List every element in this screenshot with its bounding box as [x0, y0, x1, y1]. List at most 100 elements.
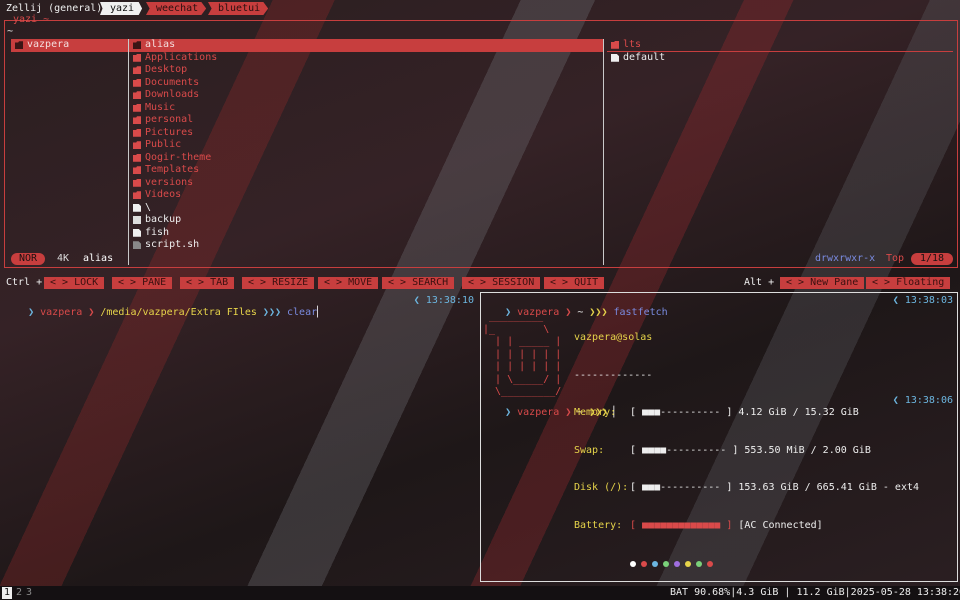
list-item[interactable]: Videos: [129, 189, 603, 202]
folder-icon: [611, 40, 619, 49]
list-item[interactable]: Downloads: [129, 89, 603, 102]
file-name: Public: [145, 139, 182, 150]
list-item[interactable]: Documents: [129, 77, 603, 90]
file-name: backup: [145, 214, 182, 225]
logo-line: | | _____ |: [483, 336, 562, 347]
tab-bluetui[interactable]: bluetui: [208, 2, 269, 15]
list-item[interactable]: Public: [129, 139, 603, 152]
yazi-status-bar: NOR 4K alias drwxrwxr-x Top 1/18: [11, 253, 953, 265]
list-item[interactable]: Pictures: [129, 127, 603, 140]
current-path: ~: [7, 26, 14, 37]
list-item[interactable]: alias: [129, 39, 603, 52]
folder-icon: [133, 141, 141, 150]
list-item[interactable]: fish: [129, 227, 603, 240]
ctrl-label: Ctrl +: [6, 277, 43, 288]
item-count: 1/18: [911, 253, 953, 265]
workspace-3[interactable]: 3: [24, 587, 34, 599]
distro-logo: _________ |_ \ | | _____ | | | | | | | | …: [483, 311, 561, 399]
folder-icon: [133, 91, 141, 100]
folder-icon: [133, 178, 141, 187]
list-item[interactable]: script.sh: [129, 239, 603, 252]
file-size: 4K: [57, 253, 70, 264]
list-item[interactable]: \: [129, 202, 603, 215]
yazi-pane[interactable]: yazi ~ ~ vazpera alias Applications Deskto…: [4, 14, 958, 268]
shell-prompt: ❯ vazpera ❯ /media/vazpera/Extra FIles ❯…: [28, 307, 324, 318]
file-name: alias: [83, 253, 114, 264]
terminal-icon: [133, 216, 141, 225]
file-name: Qogir-theme: [145, 151, 212, 163]
key-tab[interactable]: < > TAB: [180, 277, 235, 289]
list-item[interactable]: versions: [129, 177, 603, 190]
logo-line: |_ \: [483, 323, 550, 335]
preview-column: lts default: [607, 39, 953, 265]
folder-icon: [133, 166, 141, 175]
list-item[interactable]: Qogir-theme: [129, 152, 603, 165]
file-name: fish: [145, 226, 170, 238]
folder-icon: [133, 53, 141, 62]
color-swatch: [696, 561, 702, 567]
tab-yazi[interactable]: yazi: [100, 2, 143, 15]
folder-icon: [133, 41, 141, 50]
logo-line: | | | | | |: [483, 361, 562, 372]
list-item[interactable]: vazpera: [11, 39, 128, 52]
workspace-1[interactable]: 1: [2, 587, 13, 599]
key-session[interactable]: < > SESSION: [462, 277, 541, 289]
folder-icon: [133, 66, 141, 75]
prompt-time: ❮ 13:38:03: [892, 295, 953, 306]
color-swatch: [641, 561, 647, 567]
color-swatch: [674, 561, 680, 567]
file-name: personal: [145, 114, 194, 125]
logo-line: | \_____/ |: [483, 373, 562, 385]
file-name: versions: [145, 176, 194, 188]
key-new-pane[interactable]: < > New Pane: [780, 277, 865, 289]
mode-badge: NOR: [11, 253, 46, 265]
current-column: alias Applications Desktop Documents Downloa…: [129, 39, 604, 265]
list-item[interactable]: personal: [129, 114, 603, 127]
file-icon: [611, 53, 619, 62]
list-item[interactable]: Music: [129, 102, 603, 115]
file-name: Videos: [145, 189, 182, 200]
key-lock[interactable]: < > LOCK: [44, 277, 105, 289]
color-swatch: [652, 561, 658, 567]
battery-status: BAT 90.68%|4.3 GiB | 11.2 GiB|2025-05-28…: [670, 587, 960, 598]
folder-icon: [133, 78, 141, 87]
file-name: script.sh: [145, 239, 200, 250]
file-icon: [133, 241, 141, 250]
file-name: Pictures: [145, 126, 194, 138]
tab-weechat[interactable]: weechat: [146, 2, 207, 15]
file-name: lts: [623, 38, 642, 50]
folder-icon: [133, 116, 141, 125]
file-name: Music: [145, 101, 176, 113]
list-item[interactable]: lts: [607, 39, 953, 52]
right-shell-pane[interactable]: ❯ vazpera ❯ ~ ❯❯❯ fastfetch ❮ 13:38:03 _…: [480, 292, 958, 582]
file-name: \: [145, 201, 152, 213]
color-swatch: [707, 561, 713, 567]
logo-line: | | | | | |: [483, 348, 562, 360]
zellij-tab-bar: Zellij (general) yazi weechat bluetui: [0, 0, 960, 16]
folder-icon: [133, 191, 141, 200]
list-item[interactable]: default: [607, 52, 953, 65]
file-name: Desktop: [145, 64, 188, 75]
folder-icon: [133, 128, 141, 137]
logo-line: \_________/: [483, 386, 562, 397]
list-item[interactable]: Desktop: [129, 64, 603, 77]
shell-prompt: ❯ vazpera ❯ ~ ❯❯❯ fastfetch: [505, 307, 668, 318]
key-resize[interactable]: < > RESIZE: [242, 277, 315, 289]
left-shell-pane[interactable]: ❯ vazpera ❯ /media/vazpera/Extra FIles ❯…: [0, 292, 480, 582]
file-name: default: [623, 51, 666, 63]
folder-icon: [15, 41, 23, 50]
key-floating[interactable]: < > Floating: [866, 277, 951, 289]
keybinding-bar: Ctrl + < > LOCK < > PANE < > TAB < > RES…: [0, 277, 960, 290]
list-item[interactable]: Applications: [129, 52, 603, 65]
key-pane[interactable]: < > PANE: [112, 277, 173, 289]
list-item[interactable]: backup: [129, 214, 603, 227]
key-move[interactable]: < > MOVE: [318, 277, 379, 289]
alt-label: Alt +: [744, 277, 775, 288]
key-search[interactable]: < > SEARCH: [382, 277, 455, 289]
color-swatch: [663, 561, 669, 567]
parent-column: vazpera: [11, 39, 129, 265]
list-item[interactable]: Templates: [129, 164, 603, 177]
workspace-2[interactable]: 2: [14, 587, 24, 599]
fastfetch-info: vazpera@solas ------------- Memory:[ ■■■…: [574, 307, 919, 597]
key-quit[interactable]: < > QUIT: [544, 277, 605, 289]
